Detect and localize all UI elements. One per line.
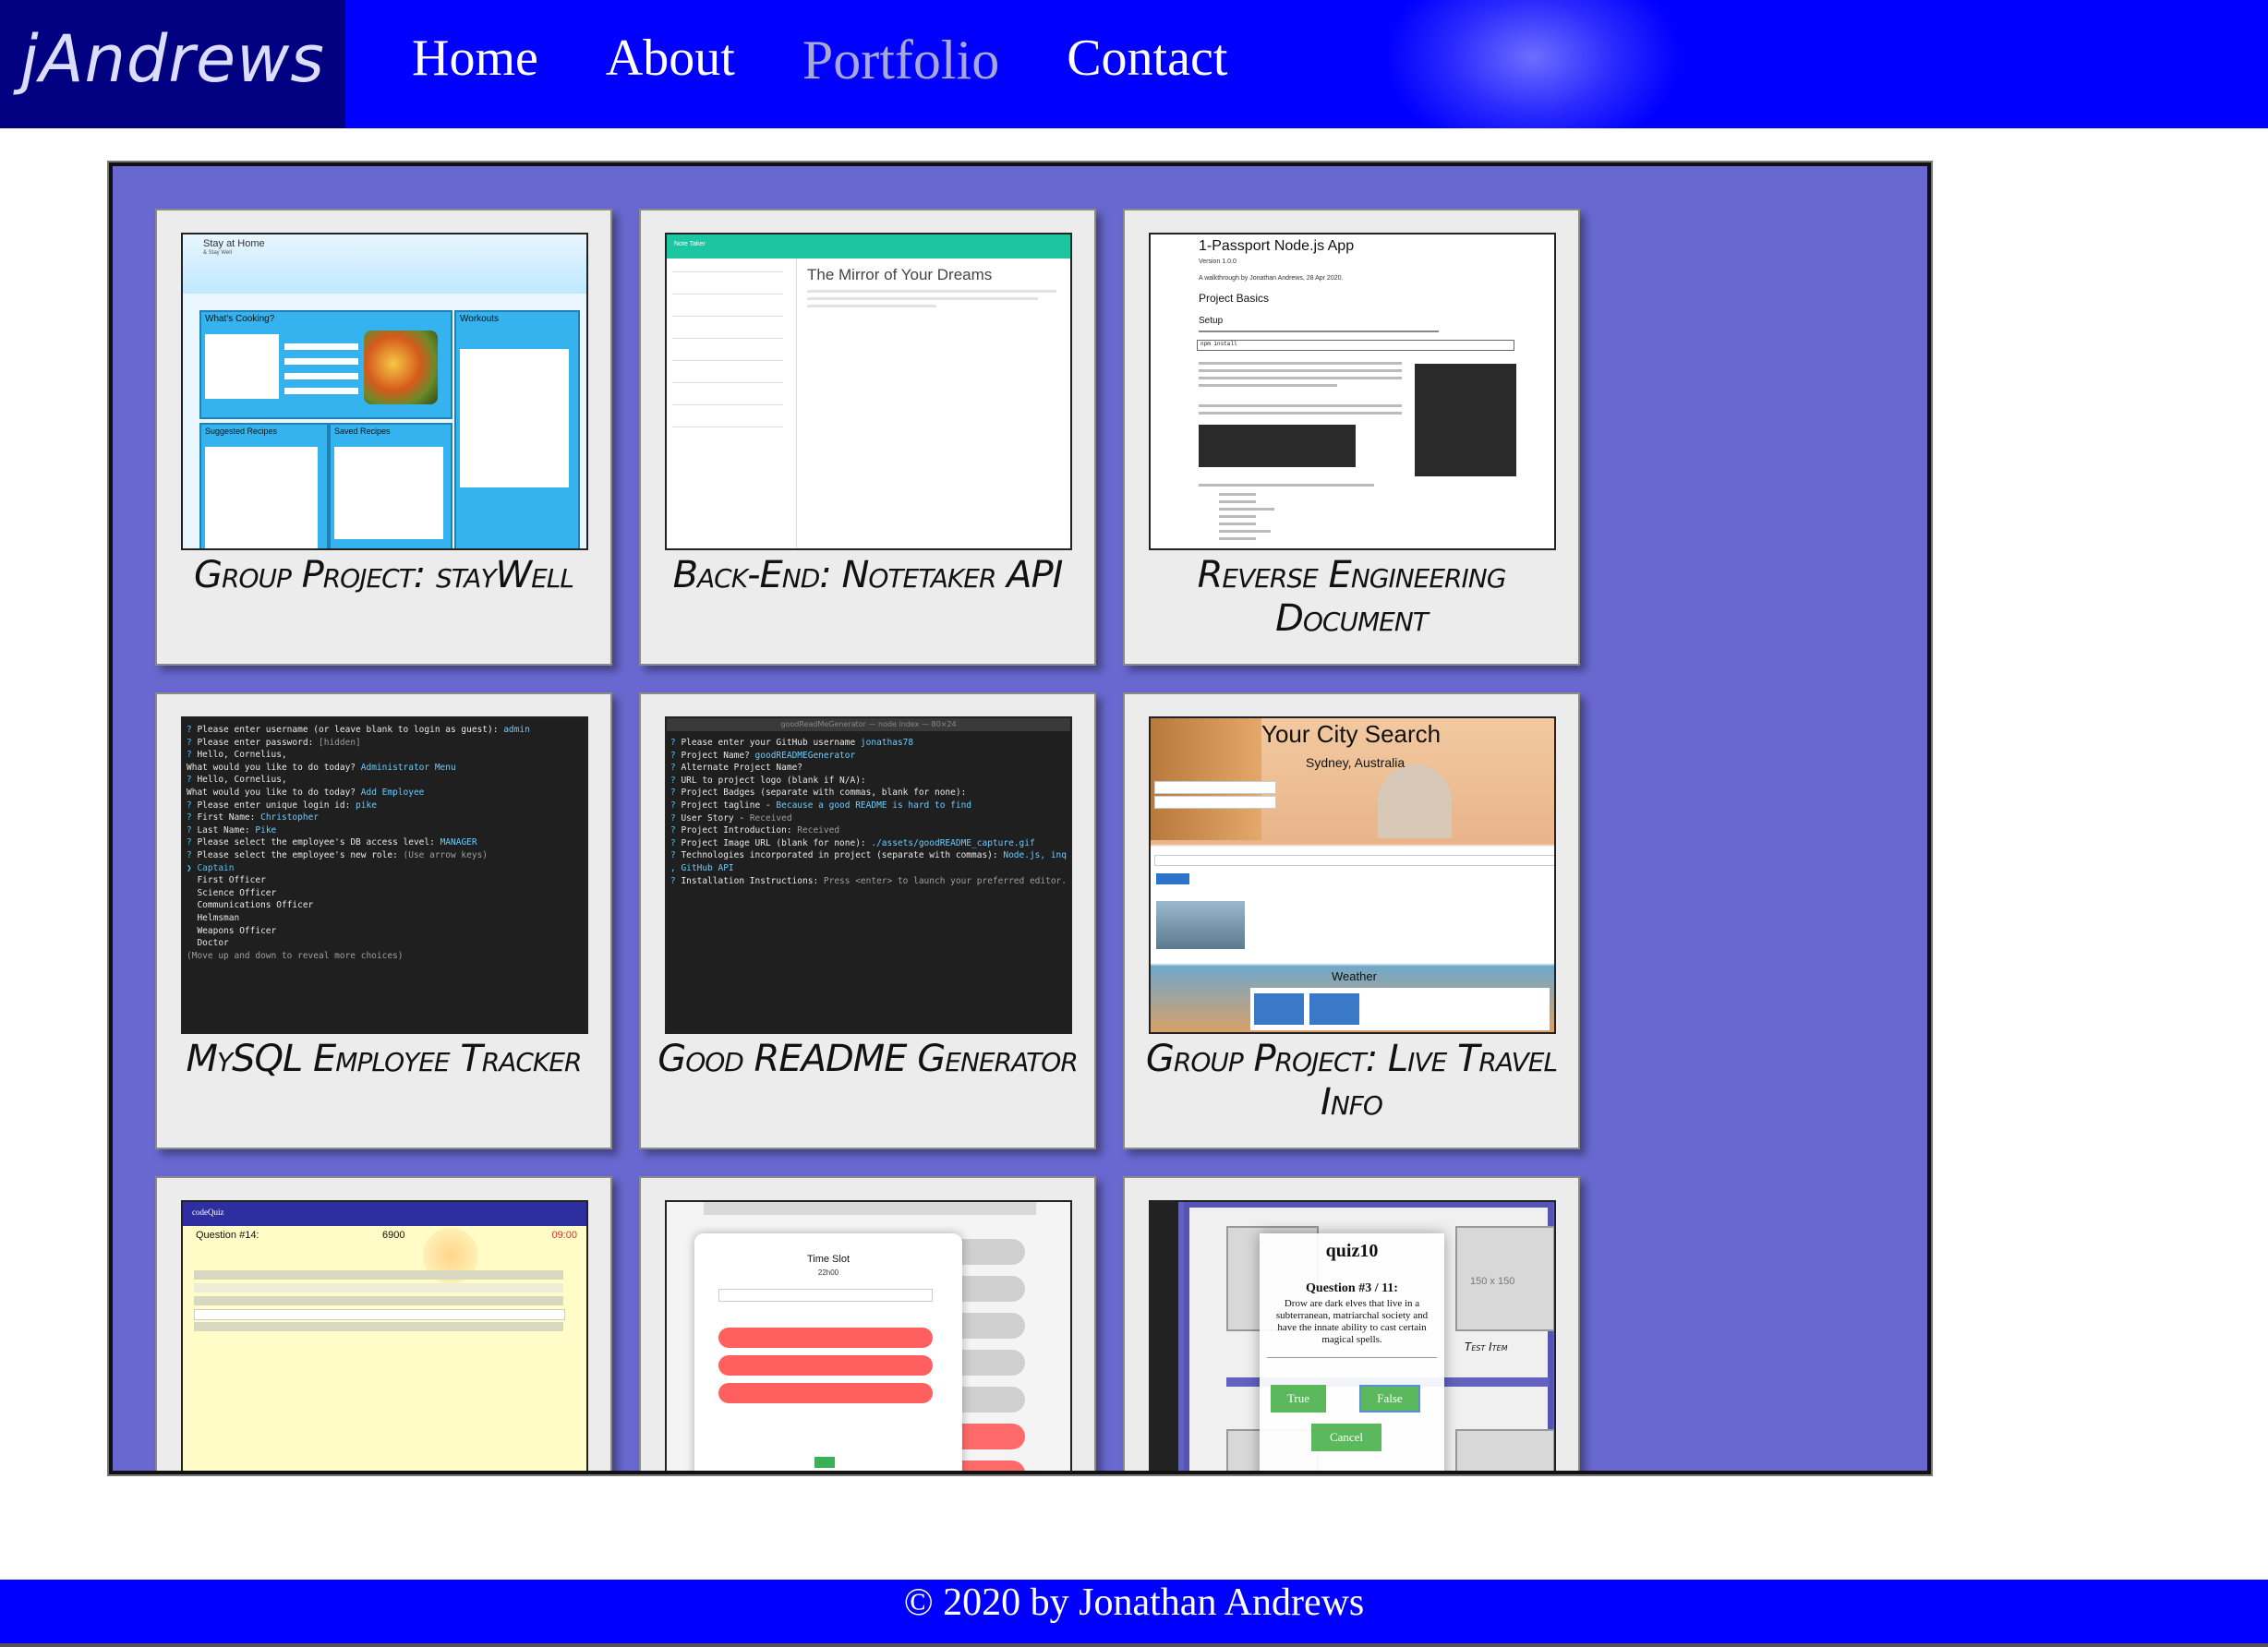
site-footer: © 2020 by Jonathan Andrews	[0, 1580, 2268, 1647]
site-title: Stay at Home	[203, 238, 265, 249]
staywell-screenshot: Stay at Home & Stay Well What's Cooking?…	[181, 233, 588, 550]
code-quiz-screenshot: codeQuiz Question #14: 6900 09:00	[181, 1200, 588, 1471]
quiz-question-number: Question #3 / 11:	[1306, 1281, 1398, 1295]
terminal-title: goodReadMeGenerator — node index — 80×24	[780, 720, 957, 728]
quiz-prompt: Drow are dark elves that live in a subte…	[1275, 1298, 1429, 1345]
portfolio-card-reverse-engineering[interactable]: 1-Passport Node.js App Version 1.0.0 A w…	[1123, 209, 1580, 666]
quiz-score: 6900	[382, 1230, 405, 1241]
test-item-label: Test Item	[1465, 1340, 1508, 1353]
footer-divider	[0, 1643, 2268, 1647]
portfolio-gallery[interactable]: Stay at Home & Stay Well What's Cooking?…	[109, 162, 1931, 1474]
nav-portfolio[interactable]: Portfolio	[802, 29, 999, 92]
notetaker-screenshot: Note Taker The Mirror of Your Dreams	[665, 233, 1072, 550]
quiz-timer: 09:00	[551, 1230, 577, 1241]
brand-logo[interactable]: jAndrews	[0, 0, 345, 128]
reverse-engineering-screenshot: 1-Passport Node.js App Version 1.0.0 A w…	[1149, 233, 1556, 550]
travel-info-screenshot: Your City Search Sydney, Australia Weath…	[1149, 716, 1556, 1034]
copyright-text: © 2020 by Jonathan Andrews	[903, 1581, 1365, 1624]
modal-title: Time Slot	[806, 1254, 850, 1265]
site-header: jAndrews Home About Portfolio Contact	[0, 0, 2268, 128]
note-heading: The Mirror of Your Dreams	[807, 266, 993, 283]
doc-version: Version 1.0.0	[1199, 258, 1237, 265]
true-button[interactable]: True	[1271, 1385, 1326, 1413]
nav-contact[interactable]: Contact	[1067, 29, 1227, 88]
weather-label: Weather	[1332, 969, 1377, 983]
travel-subheading: Sydney, Australia	[1306, 755, 1405, 770]
quiz-brand: codeQuiz	[192, 1208, 224, 1217]
card-title: Reverse Engineering Document	[1197, 554, 1507, 640]
quiz-title: quiz10	[1325, 1241, 1379, 1261]
terminal-output: ? Please enter username (or leave blank …	[187, 725, 530, 961]
image-placeholder: 150 x 150	[1470, 1276, 1515, 1287]
card-title: Group Project: Live Travel Info	[1145, 1038, 1558, 1124]
doc-byline: A walkthrough by Jonathan Andrews, 28 Ap…	[1199, 275, 1344, 282]
panel-suggested-recipes: Suggested Recipes	[205, 427, 278, 436]
card-title: Back-End: Notetaker API	[672, 554, 1064, 596]
panel-whats-cooking: What's Cooking?	[205, 314, 275, 324]
card-title: MySQL Employee Tracker	[186, 1038, 583, 1080]
doc-heading: 1-Passport Node.js App	[1199, 238, 1355, 254]
site-subtitle: & Stay Well	[203, 250, 232, 256]
main-nav: Home About Portfolio Contact	[412, 0, 1227, 128]
portfolio-card-day-planner[interactable]: Time Slot 22h00	[639, 1176, 1096, 1471]
panel-saved-recipes: Saved Recipes	[334, 427, 391, 436]
terminal-output: ? Please enter your GitHub username jona…	[670, 738, 1067, 886]
portfolio-card-quiz10[interactable]: 150 x 150 Test Item quiz10 Question #3 /…	[1123, 1176, 1580, 1471]
portfolio-card-readme-generator[interactable]: goodReadMeGenerator — node index — 80×24…	[639, 692, 1096, 1149]
card-title: Good README Generator	[657, 1038, 1079, 1080]
employee-tracker-screenshot: ? Please enter username (or leave blank …	[181, 716, 588, 1034]
portfolio-card-notetaker[interactable]: Note Taker The Mirror of Your Dreams Bac…	[639, 209, 1096, 666]
panel-workouts: Workouts	[460, 314, 500, 324]
day-planner-screenshot: Time Slot 22h00	[665, 1200, 1072, 1471]
false-button[interactable]: False	[1359, 1385, 1420, 1413]
doc-command: npm install	[1197, 340, 1514, 351]
card-title: Group Project: stayWell	[194, 554, 574, 596]
modal-time: 22h00	[817, 1268, 839, 1277]
portfolio-card-employee-tracker[interactable]: ? Please enter username (or leave blank …	[155, 692, 612, 1149]
portfolio-card-live-travel-info[interactable]: Your City Search Sydney, Australia Weath…	[1123, 692, 1580, 1149]
travel-heading: Your City Search	[1261, 720, 1442, 748]
nav-home[interactable]: Home	[412, 29, 538, 88]
portfolio-card-code-quiz[interactable]: codeQuiz Question #14: 6900 09:00	[155, 1176, 612, 1471]
readme-generator-screenshot: goodReadMeGenerator — node index — 80×24…	[665, 716, 1072, 1034]
app-bar-title: Note Taker	[674, 241, 706, 247]
doc-subsection: Setup	[1199, 316, 1224, 326]
quiz-question-number: Question #14:	[196, 1230, 259, 1241]
cancel-button[interactable]: Cancel	[1311, 1424, 1381, 1451]
nav-about[interactable]: About	[606, 29, 735, 88]
portfolio-card-staywell[interactable]: Stay at Home & Stay Well What's Cooking?…	[155, 209, 612, 666]
quiz10-screenshot: 150 x 150 Test Item quiz10 Question #3 /…	[1149, 1200, 1556, 1471]
doc-section: Project Basics	[1199, 292, 1270, 305]
